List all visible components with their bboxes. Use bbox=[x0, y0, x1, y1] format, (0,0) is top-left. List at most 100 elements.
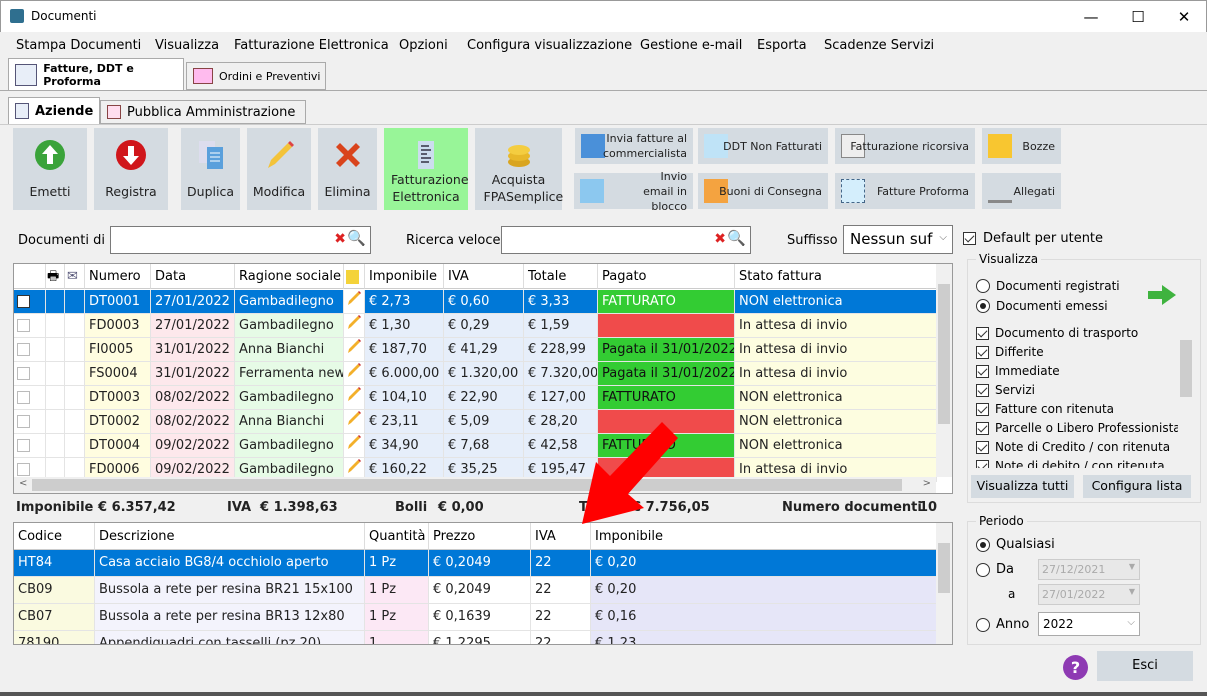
col-numero[interactable]: Numero bbox=[85, 264, 151, 289]
cell-ragione[interactable]: Gambadilegno bbox=[235, 290, 344, 314]
menu-scadenze-servizi[interactable]: Scadenze Servizi bbox=[824, 38, 934, 53]
help-icon[interactable]: ? bbox=[1063, 655, 1088, 680]
checkbox-document-type[interactable]: Immediate bbox=[976, 364, 1060, 378]
cell-prezzo[interactable]: € 0,1639 bbox=[429, 604, 531, 631]
cell-codice[interactable]: CB09 bbox=[14, 577, 95, 604]
edit-pencil-icon[interactable] bbox=[344, 314, 365, 338]
cell-codice[interactable]: CB07 bbox=[14, 604, 95, 631]
row-checkbox[interactable] bbox=[14, 338, 46, 362]
cell-descrizione[interactable]: Bussola a rete per resina BR13 12x80 bbox=[95, 604, 365, 631]
cell-numero[interactable]: FS0004 bbox=[85, 362, 151, 386]
fatturazione-elettronica-button[interactable]: Fatturazione Elettronica bbox=[384, 128, 469, 210]
tab-ordini-preventivi[interactable]: Ordini e Preventivi bbox=[186, 62, 326, 90]
cell-pagato[interactable]: FATTURATO bbox=[598, 290, 735, 314]
cell-totale[interactable]: € 228,99 bbox=[524, 338, 598, 362]
suffisso-select[interactable]: Nessun suf ⌵ bbox=[843, 225, 953, 254]
cell-ragione[interactable]: Gambadilegno bbox=[235, 386, 344, 410]
col-stato-fattura[interactable]: Stato fattura bbox=[735, 264, 937, 289]
row-checkbox[interactable] bbox=[14, 290, 46, 314]
ddt-non-fatturati-button[interactable]: DDT Non Fatturati bbox=[698, 128, 828, 164]
col-totale[interactable]: Totale bbox=[524, 264, 598, 289]
col-data[interactable]: Data bbox=[151, 264, 235, 289]
modifica-button[interactable]: Modifica bbox=[247, 128, 311, 210]
col-quantita[interactable]: Quantità bbox=[365, 523, 429, 550]
checkbox-document-type[interactable]: Note di debito / con ritenuta bbox=[976, 459, 1165, 468]
date-to-picker[interactable]: 27/01/2022 ▼ bbox=[1038, 584, 1140, 605]
cell-codice[interactable]: 78190 bbox=[14, 631, 95, 644]
radio-qualsiasi[interactable]: Qualsiasi bbox=[976, 537, 1055, 552]
vertical-scrollbar[interactable] bbox=[1178, 322, 1194, 468]
cell-ragione[interactable]: Anna Bianchi bbox=[235, 338, 344, 362]
edit-pencil-icon[interactable] bbox=[344, 290, 365, 314]
buoni-consegna-button[interactable]: Buoni di Consegna bbox=[698, 173, 828, 209]
search-icon[interactable]: 🔍 bbox=[727, 229, 746, 247]
cell-ragione[interactable]: Ferramenta new bbox=[235, 362, 344, 386]
invia-commercialista-button[interactable]: Invia fatture al commercialista bbox=[575, 128, 693, 164]
edit-pencil-icon[interactable] bbox=[344, 410, 365, 434]
bozze-button[interactable]: Bozze bbox=[982, 128, 1061, 164]
horizontal-scrollbar[interactable]: < > bbox=[14, 477, 936, 493]
col-codice[interactable]: Codice bbox=[14, 523, 95, 550]
cell-stato[interactable]: In attesa di invio bbox=[735, 338, 937, 362]
cell-numero[interactable]: DT0003 bbox=[85, 386, 151, 410]
visualizza-tutti-button[interactable]: Visualizza tutti bbox=[971, 475, 1074, 498]
acquista-fpasemplice-button[interactable]: Acquista FPASemplice bbox=[475, 128, 563, 210]
row-checkbox[interactable] bbox=[14, 362, 46, 386]
cell-iva[interactable]: € 1.320,00 bbox=[444, 362, 524, 386]
esci-button[interactable]: Esci bbox=[1097, 651, 1193, 681]
cell-stato[interactable]: In attesa di invio bbox=[735, 314, 937, 338]
cell-iva[interactable]: 22 bbox=[531, 577, 591, 604]
invio-email-blocco-button[interactable]: Invio email in blocco bbox=[574, 170, 693, 213]
checkbox-document-type[interactable]: Servizi bbox=[976, 383, 1035, 397]
cell-data[interactable]: 27/01/2022 bbox=[151, 314, 235, 338]
cell-totale[interactable]: € 127,00 bbox=[524, 386, 598, 410]
cell-totale[interactable]: € 1,59 bbox=[524, 314, 598, 338]
cell-imponibile[interactable]: € 1,23 bbox=[591, 631, 937, 644]
radio-documenti-emessi[interactable]: Documenti emessi bbox=[976, 299, 1108, 313]
clear-icon[interactable]: ✖ bbox=[714, 231, 726, 247]
cell-imponibile[interactable]: € 0,16 bbox=[591, 604, 937, 631]
row-checkbox[interactable] bbox=[14, 314, 46, 338]
default-per-utente-checkbox[interactable]: Default per utente bbox=[963, 231, 1103, 246]
menu-visualizza[interactable]: Visualizza bbox=[155, 38, 219, 53]
cell-stato[interactable]: NON elettronica bbox=[735, 386, 937, 410]
cell-imponibile[interactable]: € 2,73 bbox=[365, 290, 444, 314]
cell-codice[interactable]: HT84 bbox=[14, 550, 95, 577]
tab-aziende[interactable]: Aziende bbox=[8, 97, 100, 124]
cell-pagato[interactable]: Pagata il 31/01/2022 bbox=[598, 362, 735, 386]
document-types-list[interactable]: Documento di trasporto Differite Immediate… bbox=[972, 322, 1194, 468]
cell-iva[interactable]: 22 bbox=[531, 550, 591, 577]
vertical-scrollbar[interactable] bbox=[936, 264, 952, 477]
emetti-button[interactable]: Emetti bbox=[13, 128, 87, 210]
row-checkbox[interactable] bbox=[14, 386, 46, 410]
cell-imponibile[interactable]: € 187,70 bbox=[365, 338, 444, 362]
cell-numero[interactable]: FI0005 bbox=[85, 338, 151, 362]
fatture-proforma-button[interactable]: Fatture Proforma bbox=[835, 173, 975, 209]
radio-documenti-registrati[interactable]: Documenti registrati bbox=[976, 279, 1120, 293]
clear-icon[interactable]: ✖ bbox=[334, 231, 346, 247]
green-arrow-right-icon[interactable] bbox=[1146, 284, 1178, 306]
cell-data[interactable]: 09/02/2022 bbox=[151, 434, 235, 458]
radio-anno[interactable]: Anno bbox=[976, 617, 1029, 632]
cell-ragione[interactable]: Gambadilegno bbox=[235, 314, 344, 338]
ricerca-veloce-input[interactable]: ✖ 🔍 bbox=[501, 226, 751, 254]
cell-stato[interactable]: NON elettronica bbox=[735, 410, 937, 434]
configura-lista-button[interactable]: Configura lista bbox=[1083, 475, 1191, 498]
cell-quantita[interactable]: 1 bbox=[365, 631, 429, 644]
checkbox-document-type[interactable]: Note di Credito / con ritenuta bbox=[976, 440, 1170, 454]
vertical-scrollbar[interactable] bbox=[936, 523, 952, 644]
cell-data[interactable]: 27/01/2022 bbox=[151, 290, 235, 314]
radio-da[interactable]: Da bbox=[976, 562, 1014, 577]
checkbox-document-type[interactable]: Documento di trasporto bbox=[976, 326, 1138, 340]
details-table[interactable]: Codice Descrizione Quantità Prezzo IVA I… bbox=[13, 522, 953, 645]
cell-stato[interactable]: In attesa di invio bbox=[735, 362, 937, 386]
tab-fatture-ddt-proforma[interactable]: Fatture, DDT e Proforma bbox=[8, 58, 184, 90]
cell-numero[interactable]: FD0003 bbox=[85, 314, 151, 338]
cell-imponibile[interactable]: € 0,20 bbox=[591, 550, 937, 577]
col-prezzo[interactable]: Prezzo bbox=[429, 523, 531, 550]
cell-imponibile[interactable]: € 0,20 bbox=[591, 577, 937, 604]
cell-imponibile[interactable]: € 34,90 bbox=[365, 434, 444, 458]
cell-imponibile[interactable]: € 23,11 bbox=[365, 410, 444, 434]
cell-data[interactable]: 31/01/2022 bbox=[151, 338, 235, 362]
cell-prezzo[interactable]: € 0,2049 bbox=[429, 577, 531, 604]
